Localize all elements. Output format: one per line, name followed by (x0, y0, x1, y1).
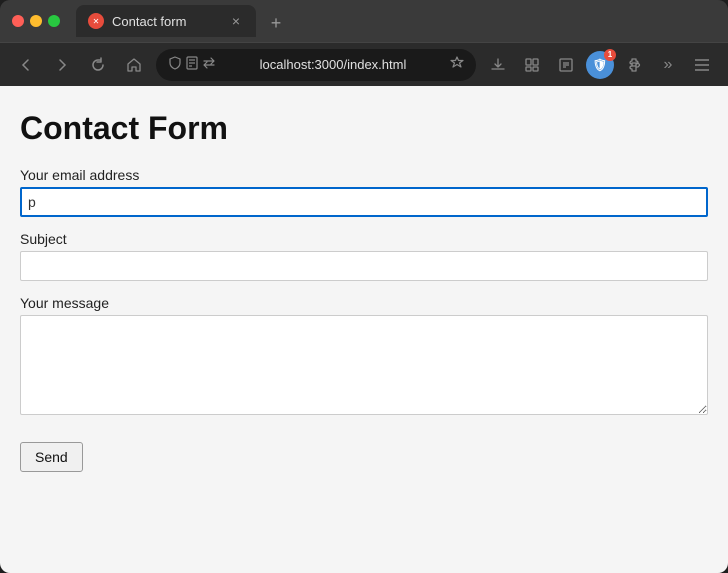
page-content: Contact Form Your email address Subject … (0, 86, 728, 573)
shield-icon (168, 56, 182, 73)
traffic-lights (12, 15, 60, 27)
address-security-icons (168, 56, 216, 73)
more-tools-icon[interactable]: » (654, 51, 682, 79)
bookmark-icon[interactable] (450, 56, 464, 73)
puzzle-icon[interactable] (620, 51, 648, 79)
tab-title-label: Contact form (112, 14, 220, 29)
bookmarks-icon[interactable] (518, 51, 546, 79)
message-label: Your message (20, 295, 708, 311)
browser-window: Contact form × + (0, 0, 728, 573)
forward-button[interactable] (48, 51, 76, 79)
back-button[interactable] (12, 51, 40, 79)
tab-favicon-icon (88, 13, 104, 29)
reload-button[interactable] (84, 51, 112, 79)
transfer-icon (202, 57, 216, 72)
subject-input[interactable] (20, 251, 708, 281)
minimize-button[interactable] (30, 15, 42, 27)
address-bar[interactable]: localhost:3000/index.html (156, 49, 476, 81)
message-form-group: Your message (20, 295, 708, 420)
tabs-area: Contact form × + (76, 5, 716, 37)
email-form-group: Your email address (20, 167, 708, 217)
new-tab-button[interactable]: + (262, 9, 290, 37)
nav-actions: 🛡 1 » (484, 51, 716, 79)
title-bar: Contact form × + (0, 0, 728, 42)
subject-label: Subject (20, 231, 708, 247)
tab-close-icon[interactable]: × (228, 13, 244, 29)
close-button[interactable] (12, 15, 24, 27)
email-label: Your email address (20, 167, 708, 183)
page-icon (186, 56, 198, 73)
email-input[interactable] (20, 187, 708, 217)
navigation-bar: localhost:3000/index.html (0, 42, 728, 86)
extensions-badge: 1 (604, 49, 616, 61)
extensions-icon[interactable]: 🛡 1 (586, 51, 614, 79)
active-tab[interactable]: Contact form × (76, 5, 256, 37)
address-text[interactable]: localhost:3000/index.html (224, 57, 442, 72)
download-icon[interactable] (484, 51, 512, 79)
send-button[interactable]: Send (20, 442, 83, 472)
hamburger-menu-icon[interactable] (688, 51, 716, 79)
message-textarea[interactable] (20, 315, 708, 415)
home-button[interactable] (120, 51, 148, 79)
subject-form-group: Subject (20, 231, 708, 281)
maximize-button[interactable] (48, 15, 60, 27)
reader-mode-icon[interactable] (552, 51, 580, 79)
page-heading: Contact Form (20, 110, 708, 147)
